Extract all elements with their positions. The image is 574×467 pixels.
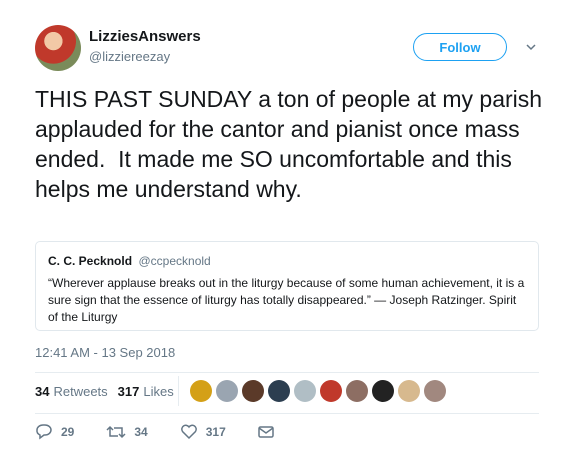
liker-avatar[interactable] bbox=[372, 380, 394, 402]
retweets-stat-label: Retweets bbox=[53, 384, 108, 399]
direct-message-button[interactable] bbox=[258, 425, 282, 439]
chevron-down-icon[interactable] bbox=[524, 40, 538, 54]
quoted-tweet[interactable]: C. C. Pecknold @ccpecknold “Wherever app… bbox=[35, 241, 539, 331]
likes-stat[interactable]: 317 Likes bbox=[118, 384, 174, 399]
tweet-timestamp[interactable]: 12:41 AM - 13 Sep 2018 bbox=[35, 345, 175, 360]
quoted-author-handle: @ccpecknold bbox=[138, 254, 211, 268]
liker-avatar[interactable] bbox=[424, 380, 446, 402]
engagement-stats: 34 Retweets 317 Likes bbox=[35, 384, 184, 399]
divider bbox=[35, 413, 539, 414]
likes-stat-label: Likes bbox=[143, 384, 174, 399]
quoted-author-name: C. C. Pecknold bbox=[48, 254, 133, 268]
liker-avatar[interactable] bbox=[268, 380, 290, 402]
retweet-count: 34 bbox=[134, 425, 148, 439]
liker-avatar[interactable] bbox=[294, 380, 316, 402]
retweet-button[interactable]: 34 bbox=[106, 424, 148, 440]
divider bbox=[35, 372, 539, 373]
retweet-icon bbox=[106, 425, 126, 439]
author-handle[interactable]: @lizziereezay bbox=[89, 49, 170, 64]
heart-icon bbox=[180, 424, 197, 440]
retweets-stat-count: 34 bbox=[35, 384, 50, 399]
liker-avatar[interactable] bbox=[346, 380, 368, 402]
likers-avatars bbox=[190, 380, 450, 402]
tweet-text: THIS PAST SUNDAY a ton of people at my p… bbox=[35, 86, 549, 202]
liker-avatar[interactable] bbox=[190, 380, 212, 402]
envelope-icon bbox=[258, 426, 274, 438]
like-count: 317 bbox=[205, 425, 226, 439]
author-display-name[interactable]: LizziesAnswers bbox=[89, 28, 201, 45]
reply-icon bbox=[36, 424, 52, 440]
liker-avatar[interactable] bbox=[216, 380, 238, 402]
reply-count: 29 bbox=[61, 425, 75, 439]
author-avatar[interactable] bbox=[35, 25, 81, 71]
likes-stat-count: 317 bbox=[117, 384, 140, 399]
follow-button[interactable]: Follow bbox=[413, 33, 507, 61]
reply-button[interactable]: 29 bbox=[35, 424, 74, 440]
liker-avatar[interactable] bbox=[398, 380, 420, 402]
liker-avatar[interactable] bbox=[320, 380, 342, 402]
retweets-stat[interactable]: 34 Retweets bbox=[35, 384, 108, 399]
like-button[interactable]: 317 bbox=[180, 424, 226, 440]
liker-avatar[interactable] bbox=[242, 380, 264, 402]
stats-separator bbox=[178, 376, 179, 406]
quoted-tweet-text: “Wherever applause breaks out in the lit… bbox=[48, 276, 525, 324]
tweet-actions: 29 34 317 bbox=[35, 424, 314, 440]
